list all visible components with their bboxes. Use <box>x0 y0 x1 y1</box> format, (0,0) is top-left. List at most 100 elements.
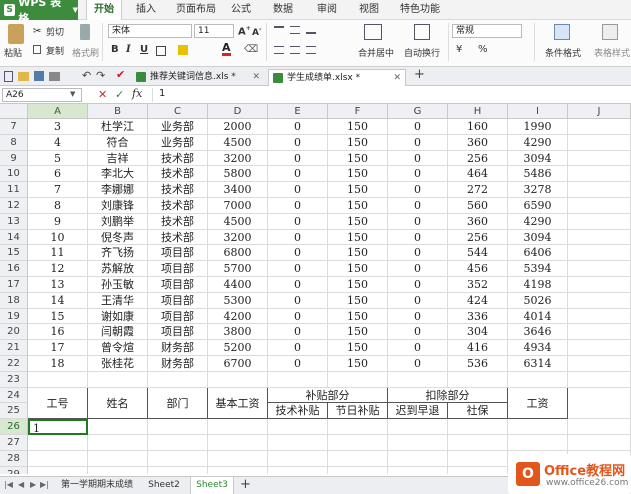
new-file-icon[interactable] <box>4 71 13 82</box>
table-cell[interactable] <box>568 340 631 356</box>
name-box-dropdown-icon[interactable]: ▼ <box>70 90 75 98</box>
open-folder-icon[interactable] <box>18 72 29 81</box>
table-cell[interactable]: 1990 <box>508 119 568 135</box>
table-cell[interactable]: 18 <box>28 356 88 372</box>
row-header[interactable]: 9 <box>0 150 28 167</box>
table-cell[interactable]: 3646 <box>508 324 568 341</box>
table-cell[interactable]: 杜学江 <box>88 119 148 135</box>
header-holiday-subsidy[interactable]: 节日补贴 <box>328 403 388 420</box>
table-cell[interactable]: 150 <box>328 245 388 262</box>
table-cell[interactable]: 技术部 <box>148 150 208 167</box>
table-cell[interactable]: 544 <box>448 245 508 262</box>
table-cell[interactable]: 0 <box>268 182 328 198</box>
table-cell[interactable]: 4290 <box>508 134 568 151</box>
table-cell[interactable]: 业务部 <box>148 119 208 135</box>
table-cell[interactable]: 0 <box>388 198 448 214</box>
table-cell[interactable]: 5 <box>28 150 88 167</box>
table-cell[interactable]: 424 <box>448 292 508 309</box>
table-cell[interactable] <box>568 261 631 277</box>
header-tech-subsidy[interactable]: 技术补贴 <box>268 403 328 420</box>
close-icon[interactable]: ✕ <box>393 70 401 86</box>
table-cell[interactable]: 0 <box>268 340 328 356</box>
cancel-icon[interactable]: ✕ <box>98 88 107 101</box>
column-header[interactable]: H <box>448 104 508 119</box>
table-cell[interactable]: 业务部 <box>148 134 208 151</box>
table-cell[interactable]: 150 <box>328 340 388 356</box>
table-cell[interactable]: 0 <box>388 166 448 183</box>
table-cell[interactable]: 3094 <box>508 229 568 246</box>
table-cell[interactable]: 150 <box>328 292 388 309</box>
tab-home[interactable]: 开始 <box>86 0 122 20</box>
align-left-icon[interactable] <box>274 46 284 54</box>
table-cell[interactable]: 项目部 <box>148 261 208 277</box>
table-cell[interactable]: 150 <box>328 166 388 183</box>
table-cell[interactable]: 4500 <box>208 134 268 151</box>
table-cell[interactable]: 项目部 <box>148 292 208 309</box>
table-cell[interactable]: 150 <box>328 150 388 167</box>
table-cell[interactable] <box>148 371 208 388</box>
table-cell[interactable]: 5394 <box>508 261 568 277</box>
table-cell[interactable]: 谢如康 <box>88 308 148 325</box>
table-cell[interactable]: 160 <box>448 119 508 135</box>
table-cell[interactable]: 456 <box>448 261 508 277</box>
table-cell[interactable]: 0 <box>388 356 448 372</box>
table-cell[interactable] <box>28 450 88 467</box>
table-cell[interactable]: 0 <box>388 229 448 246</box>
table-cell[interactable] <box>148 435 208 451</box>
table-cell[interactable] <box>568 308 631 325</box>
table-cell[interactable]: 曾令煊 <box>88 340 148 356</box>
table-cell[interactable]: 2000 <box>208 119 268 135</box>
table-cell[interactable]: 0 <box>388 182 448 198</box>
table-cell[interactable]: 3200 <box>208 229 268 246</box>
number-format-select[interactable]: 常规 <box>452 24 522 38</box>
add-sheet-icon[interactable]: + <box>240 477 251 492</box>
merge-center-button[interactable]: 合并居中 <box>358 46 394 59</box>
table-cell[interactable]: 7000 <box>208 198 268 214</box>
table-cell[interactable]: 财务部 <box>148 340 208 356</box>
table-cell[interactable]: 256 <box>448 229 508 246</box>
table-cell[interactable]: 技术部 <box>148 166 208 183</box>
column-header[interactable]: B <box>88 104 148 119</box>
underline-button[interactable]: U <box>140 44 148 55</box>
first-sheet-icon[interactable]: |◀ <box>4 480 13 489</box>
table-cell[interactable]: 0 <box>268 277 328 293</box>
wrap-text-icon[interactable] <box>414 24 430 40</box>
table-cell[interactable] <box>268 450 328 467</box>
font-size-select[interactable]: 11 <box>194 24 234 38</box>
last-sheet-icon[interactable]: ▶| <box>40 480 49 489</box>
header-id[interactable]: 工号 <box>28 387 88 420</box>
spreadsheet-grid[interactable]: A B C D E F G H I J 7 3 杜学江 业务部 2000 0 150 0 160 1990 8 4 符合 业务… <box>0 104 631 474</box>
table-cell[interactable] <box>568 356 631 372</box>
column-header[interactable]: G <box>388 104 448 119</box>
table-cell[interactable]: 技术部 <box>148 213 208 230</box>
table-cell[interactable] <box>88 371 148 388</box>
table-cell[interactable] <box>88 419 148 435</box>
table-cell[interactable]: 13 <box>28 277 88 293</box>
table-cell[interactable]: 0 <box>268 292 328 309</box>
table-cell[interactable] <box>568 387 631 420</box>
table-cell[interactable]: 0 <box>268 356 328 372</box>
table-cell[interactable]: 336 <box>448 308 508 325</box>
table-cell[interactable] <box>448 371 508 388</box>
table-cell[interactable] <box>568 277 631 293</box>
new-tab-icon[interactable]: + <box>414 67 425 82</box>
font-name-select[interactable]: 宋体 <box>108 24 192 38</box>
table-cell[interactable]: 项目部 <box>148 277 208 293</box>
print-icon[interactable] <box>49 72 60 81</box>
header-social-insurance[interactable]: 社保 <box>448 403 508 420</box>
column-header[interactable]: E <box>268 104 328 119</box>
table-style-icon[interactable] <box>602 24 618 40</box>
table-cell[interactable]: 16 <box>28 324 88 341</box>
function-icon[interactable]: fx <box>132 87 142 100</box>
table-cell[interactable]: 12 <box>28 261 88 277</box>
conditional-format-icon[interactable] <box>554 24 570 40</box>
table-cell[interactable] <box>568 292 631 309</box>
table-cell[interactable]: 0 <box>388 213 448 230</box>
row-header[interactable]: 22 <box>0 356 28 372</box>
row-header[interactable]: 18 <box>0 292 28 309</box>
table-cell[interactable]: 0 <box>268 229 328 246</box>
table-cell[interactable]: 150 <box>328 324 388 341</box>
italic-button[interactable]: I <box>126 44 131 55</box>
table-cell[interactable]: 0 <box>268 261 328 277</box>
header-salary[interactable]: 工资 <box>508 387 568 420</box>
